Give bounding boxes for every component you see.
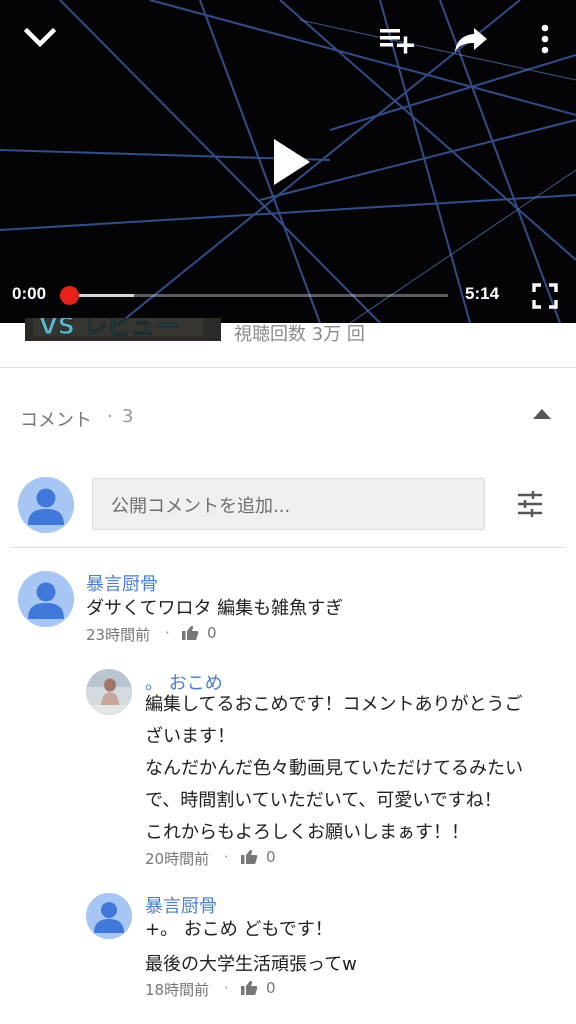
reply-text-line: 編集してるおこめです！コメントありがとうご bbox=[145, 694, 523, 715]
meta-separator: · bbox=[224, 848, 229, 866]
sort-filter-icon[interactable] bbox=[516, 490, 544, 518]
comments-separator: · bbox=[107, 406, 113, 427]
more-vert-icon[interactable] bbox=[533, 22, 557, 56]
like-count: 0 bbox=[266, 848, 276, 866]
reply-text-line: +。 おこめ どもです！ bbox=[145, 919, 333, 940]
comment-input[interactable]: 公開コメントを追加... bbox=[92, 478, 485, 530]
add-to-queue-icon[interactable] bbox=[378, 24, 416, 56]
view-count: 視聴回数 3万 回 bbox=[234, 324, 365, 345]
meta-separator: · bbox=[165, 624, 170, 642]
collapse-arrow-icon[interactable] bbox=[531, 406, 553, 420]
divider bbox=[12, 547, 564, 548]
reply-avatar[interactable] bbox=[86, 893, 132, 939]
divider bbox=[0, 367, 576, 368]
reply-text-line: ざいます！ bbox=[145, 726, 235, 747]
share-icon[interactable] bbox=[452, 24, 490, 56]
reply-text-line: 最後の大学生活頑張ってw bbox=[145, 954, 357, 975]
my-avatar bbox=[18, 477, 74, 533]
thumbnail-logo: VS レビュー bbox=[33, 318, 203, 336]
thumbs-up-icon[interactable] bbox=[240, 980, 258, 996]
person-icon bbox=[86, 893, 132, 939]
comments-title: コメント bbox=[20, 410, 92, 431]
person-icon bbox=[18, 571, 74, 627]
comment-time: 23時間前 bbox=[86, 626, 151, 644]
like-count: 0 bbox=[207, 624, 217, 642]
like-count: 0 bbox=[266, 979, 276, 997]
video-duration: 5:14 bbox=[465, 284, 500, 303]
reply-text-line: なんだかんだ色々動画見ていただけてるみたい bbox=[145, 758, 523, 779]
thumbs-up-icon[interactable] bbox=[181, 625, 199, 641]
progress-track[interactable] bbox=[70, 294, 448, 297]
play-icon[interactable] bbox=[262, 133, 318, 191]
buffered-bar bbox=[70, 294, 135, 297]
meta-separator: · bbox=[224, 979, 229, 997]
profile-photo bbox=[86, 669, 132, 715]
reply-time: 18時間前 bbox=[145, 981, 210, 999]
comment-avatar[interactable] bbox=[18, 571, 74, 627]
reply-time: 20時間前 bbox=[145, 850, 210, 868]
video-player[interactable]: 0:00 5:14 bbox=[0, 0, 576, 323]
chevron-down-icon[interactable] bbox=[22, 22, 58, 52]
comment-text: ダサくてワロタ 編集も雑魚すぎ bbox=[86, 598, 344, 619]
reply-text-line: で、時間割いていただいて、可愛いですね！ bbox=[145, 790, 502, 811]
reply-text-line: これからもよろしくお願いしまぁす！！ bbox=[145, 822, 469, 843]
comments-count: 3 bbox=[122, 406, 134, 427]
svg-text:VS レビュー: VS レビュー bbox=[39, 318, 179, 336]
scrubber-handle[interactable] bbox=[60, 286, 79, 305]
person-icon bbox=[18, 477, 74, 533]
video-thumbnail[interactable]: VS レビュー bbox=[25, 318, 221, 341]
current-time: 0:00 bbox=[12, 284, 47, 303]
fullscreen-icon[interactable] bbox=[532, 283, 558, 309]
reply-avatar-photo[interactable] bbox=[86, 669, 132, 715]
thumbs-up-icon[interactable] bbox=[240, 849, 258, 865]
